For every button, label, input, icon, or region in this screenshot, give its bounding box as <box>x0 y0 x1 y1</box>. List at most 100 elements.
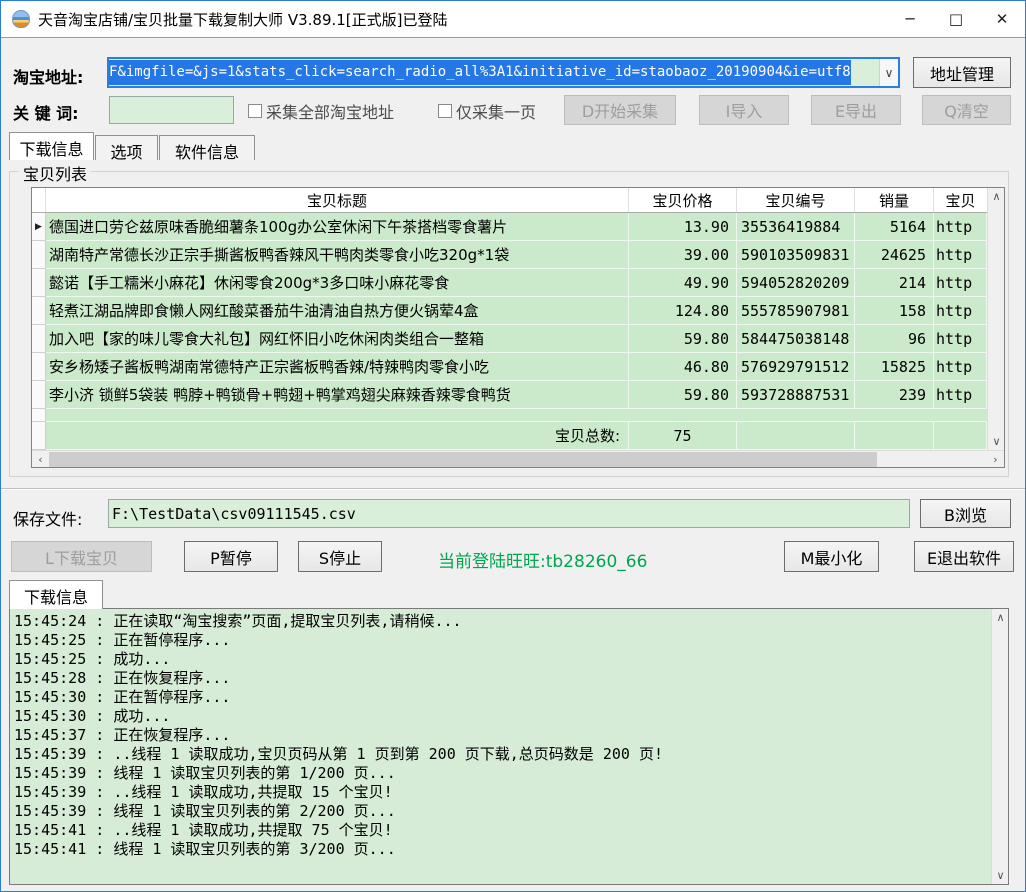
table-row[interactable]: 湖南特产常德长沙正宗手撕酱板鸭香辣风干鸭肉类零食小吃320g*1袋 39.00 … <box>32 241 1004 269</box>
cell-sales: 15825 <box>855 353 934 381</box>
maximize-button[interactable]: □ <box>933 1 979 37</box>
cell-price: 46.80 <box>629 353 737 381</box>
cell-sales: 158 <box>855 297 934 325</box>
cell-title: 安乡杨矮子酱板鸭湖南常德特产正宗酱板鸭香辣/特辣鸭肉零食小吃 <box>46 353 629 381</box>
header-url[interactable]: 宝贝 <box>934 188 987 212</box>
log-line: 15:45:39 : 线程 1 读取宝贝列表的第 2/200 页... <box>14 802 1004 821</box>
save-file-label: 保存文件: <box>13 506 82 530</box>
tab-software-info[interactable]: 软件信息 <box>159 135 255 160</box>
cell-url: http <box>934 381 987 409</box>
cell-price: 13.90 <box>629 213 737 241</box>
log-line: 15:45:41 : 线程 1 读取宝贝列表的第 3/200 页... <box>14 840 1004 859</box>
table-filler-row <box>32 409 1004 422</box>
download-items-button[interactable]: L下载宝贝 <box>11 541 152 572</box>
window-title: 天音淘宝店铺/宝贝批量下载复制大师 V3.89.1[正式版]已登陆 <box>38 9 448 30</box>
cell-url: http <box>934 325 987 353</box>
save-file-input[interactable] <box>108 499 910 528</box>
table-vertical-scrollbar[interactable]: ∧ ∨ <box>987 188 1004 450</box>
close-button[interactable]: ✕ <box>979 1 1025 37</box>
table-row[interactable]: 懿诺【手工糯米小麻花】休闲零食200g*3多口味小麻花零食 49.90 5940… <box>32 269 1004 297</box>
cell-id: 35536419884 <box>737 213 855 241</box>
table-header-row: 宝贝标题 宝贝价格 宝贝编号 销量 宝贝 <box>32 188 1004 213</box>
header-price[interactable]: 宝贝价格 <box>629 188 737 212</box>
log-line: 15:45:24 : 正在读取“淘宝搜索”页面,提取宝贝列表,请稍候... <box>14 612 1004 631</box>
tab-download-log[interactable]: 下载信息 <box>9 580 103 609</box>
total-count-value: 75 <box>629 422 737 450</box>
taobao-address-selected-text: F&imgfile=&js=1&stats_click=search_radio… <box>109 59 879 86</box>
product-table: 宝贝标题 宝贝价格 宝贝编号 销量 宝贝 ▶ 德国进口劳仑兹原味香脆细薯条100… <box>31 187 1005 468</box>
header-sales[interactable]: 销量 <box>855 188 934 212</box>
app-window: 天音淘宝店铺/宝贝批量下载复制大师 V3.89.1[正式版]已登陆 ─ □ ✕ … <box>0 0 1026 892</box>
cell-title: 轻煮江湖品牌即食懒人网红酸菜番茄牛油清油自热方便火锅荤4盒 <box>46 297 629 325</box>
scroll-left-icon[interactable]: ‹ <box>32 451 49 468</box>
log-line: 15:45:28 : 正在恢复程序... <box>14 669 1004 688</box>
header-title[interactable]: 宝贝标题 <box>46 188 629 212</box>
cell-title: 德国进口劳仑兹原味香脆细薯条100g办公室休闲下午茶搭档零食薯片 <box>46 213 629 241</box>
tab-download-info[interactable]: 下载信息 <box>9 132 94 160</box>
one-page-checkbox[interactable]: 仅采集一页 <box>438 99 536 123</box>
cell-url: http <box>934 269 987 297</box>
log-line: 15:45:30 : 正在暂停程序... <box>14 688 1004 707</box>
stop-button[interactable]: S停止 <box>298 541 382 572</box>
exit-button[interactable]: E退出软件 <box>914 541 1014 572</box>
taobao-address-combobox[interactable]: F&imgfile=&js=1&stats_click=search_radio… <box>107 57 900 88</box>
cell-title: 湖南特产常德长沙正宗手撕酱板鸭香辣风干鸭肉类零食小吃320g*1袋 <box>46 241 629 269</box>
row-selector <box>32 325 46 353</box>
log-line: 15:45:25 : 正在暂停程序... <box>14 631 1004 650</box>
download-log-area[interactable]: 15:45:24 : 正在读取“淘宝搜索”页面,提取宝贝列表,请稍候... 15… <box>9 608 1009 885</box>
collect-all-checkbox-label: 采集全部淘宝地址 <box>266 99 394 123</box>
header-selector <box>32 188 46 212</box>
cell-price: 39.00 <box>629 241 737 269</box>
cell-id: 590103509831 <box>737 241 855 269</box>
table-row[interactable]: 轻煮江湖品牌即食懒人网红酸菜番茄牛油清油自热方便火锅荤4盒 124.80 555… <box>32 297 1004 325</box>
keyword-input[interactable] <box>109 96 234 124</box>
export-button[interactable]: E导出 <box>811 95 901 125</box>
cell-id: 555785907981 <box>737 297 855 325</box>
table-horizontal-scrollbar[interactable]: ‹ › <box>32 450 1004 467</box>
row-selector <box>32 297 46 325</box>
table-row[interactable]: 李小济 锁鲜5袋装 鸭脖+鸭锁骨+鸭翅+鸭掌鸡翅尖麻辣香辣零食鸭货 59.80 … <box>32 381 1004 409</box>
scroll-down-icon[interactable]: ∨ <box>988 433 1005 450</box>
address-manage-button[interactable]: 地址管理 <box>913 57 1011 88</box>
log-line: 15:45:41 : ..线程 1 读取成功,共提取 75 个宝贝! <box>14 821 1004 840</box>
collect-all-checkbox[interactable]: 采集全部淘宝地址 <box>248 99 394 123</box>
browse-button[interactable]: B浏览 <box>920 499 1011 528</box>
row-selector: ▶ <box>32 213 46 241</box>
table-row[interactable]: 加入吧【家的味儿零食大礼包】网红怀旧小吃休闲肉类组合一整箱 59.80 5844… <box>32 325 1004 353</box>
log-line: 15:45:39 : ..线程 1 读取成功,共提取 15 个宝贝! <box>14 783 1004 802</box>
start-collect-button[interactable]: D开始采集 <box>564 95 676 125</box>
pause-button[interactable]: P暂停 <box>184 541 278 572</box>
log-line: 15:45:30 : 成功... <box>14 707 1004 726</box>
minimize-app-button[interactable]: M最小化 <box>784 541 879 572</box>
cell-price: 59.80 <box>629 325 737 353</box>
checkbox-icon <box>438 104 452 118</box>
import-button[interactable]: I导入 <box>699 95 789 125</box>
product-list-group-title: 宝贝列表 <box>19 161 91 185</box>
cell-title: 懿诺【手工糯米小麻花】休闲零食200g*3多口味小麻花零食 <box>46 269 629 297</box>
row-selector <box>32 353 46 381</box>
cell-id: 576929791512 <box>737 353 855 381</box>
cell-url: http <box>934 353 987 381</box>
header-id[interactable]: 宝贝编号 <box>737 188 855 212</box>
chevron-down-icon[interactable]: ∨ <box>879 59 898 86</box>
scroll-right-icon[interactable]: › <box>987 451 1004 468</box>
cell-price: 49.90 <box>629 269 737 297</box>
minimize-button[interactable]: ─ <box>887 1 933 37</box>
keyword-label: 关 键 词: <box>13 100 79 124</box>
table-row[interactable]: ▶ 德国进口劳仑兹原味香脆细薯条100g办公室休闲下午茶搭档零食薯片 13.90… <box>32 213 1004 241</box>
cell-id: 594052820209 <box>737 269 855 297</box>
total-count-label: 宝贝总数: <box>46 422 629 450</box>
taobao-address-label: 淘宝地址: <box>13 64 83 88</box>
scroll-up-icon[interactable]: ∧ <box>992 609 1009 626</box>
scroll-up-icon[interactable]: ∧ <box>988 188 1005 205</box>
log-vertical-scrollbar[interactable]: ∧ ∨ <box>991 609 1008 884</box>
cell-price: 124.80 <box>629 297 737 325</box>
scroll-down-icon[interactable]: ∨ <box>992 867 1009 884</box>
cell-sales: 5164 <box>855 213 934 241</box>
section-divider <box>1 488 1025 490</box>
title-bar: 天音淘宝店铺/宝贝批量下载复制大师 V3.89.1[正式版]已登陆 ─ □ ✕ <box>1 1 1025 38</box>
tab-options[interactable]: 选项 <box>95 135 158 160</box>
scrollbar-thumb[interactable] <box>49 452 877 467</box>
table-row[interactable]: 安乡杨矮子酱板鸭湖南常德特产正宗酱板鸭香辣/特辣鸭肉零食小吃 46.80 576… <box>32 353 1004 381</box>
clear-button[interactable]: Q清空 <box>922 95 1011 125</box>
